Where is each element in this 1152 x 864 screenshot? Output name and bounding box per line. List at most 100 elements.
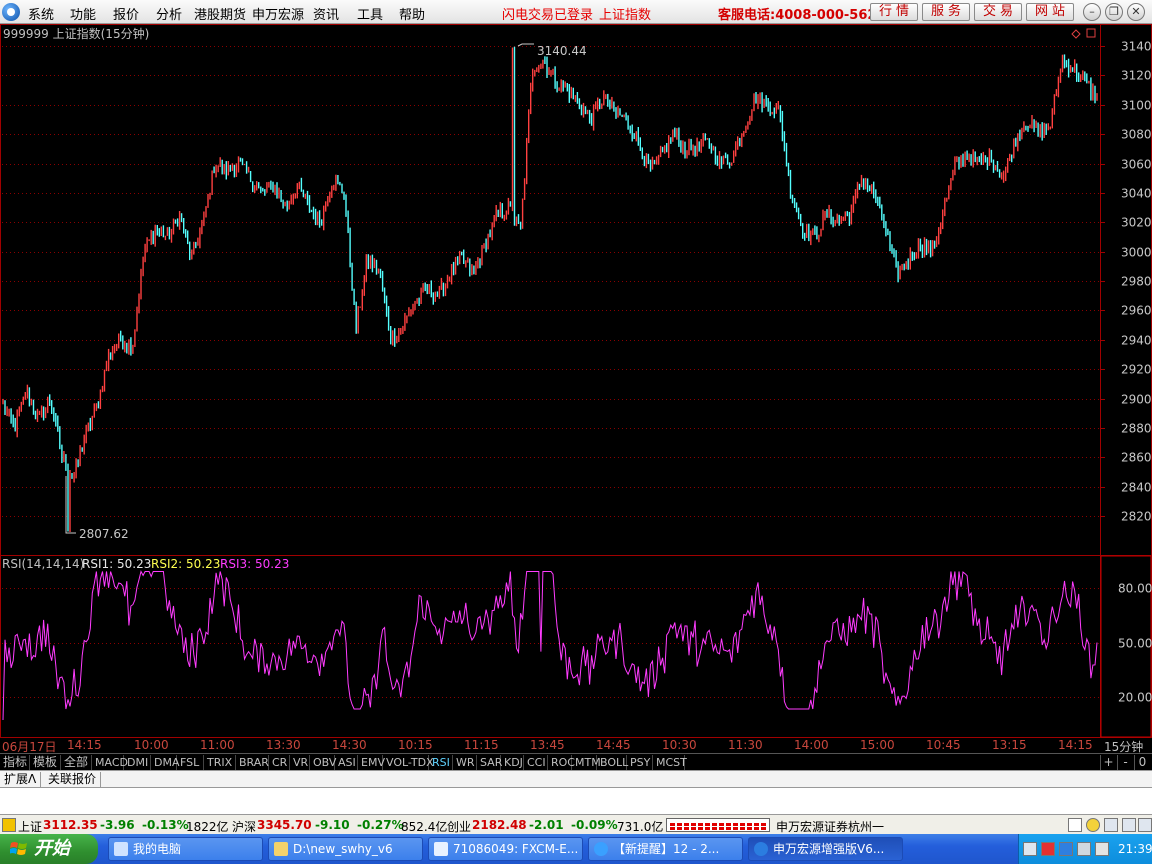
indicator-tab-mtm[interactable]: MTM	[572, 755, 601, 770]
menu-help[interactable]: 帮助	[399, 4, 425, 23]
menu-tools[interactable]: 工具	[357, 4, 383, 23]
task-my-computer[interactable]: 我的电脑	[108, 837, 263, 861]
smiley-icon[interactable]	[1086, 818, 1100, 832]
price-tick-label: 2980	[1121, 275, 1152, 289]
indicator-tab-vol-tdx[interactable]: VOL-TDX	[383, 755, 434, 770]
task-label: 申万宏源增强版V6...	[773, 842, 885, 856]
indicator-tab-模板[interactable]: 模板	[30, 755, 61, 770]
indicator-tab-bar: 指标 模板 全部 MACD DMI DMA FSL TRIX BRAR CR VR OBV ASI EMV…	[0, 753, 1152, 770]
menu-bar: 系统 功能 报价 分析 港股期货 申万宏源 资讯 工具 帮助 闪电交易已登录 上…	[0, 0, 1152, 24]
indicator-tab-brar[interactable]: BRAR	[236, 755, 269, 770]
indicator-tab-cr[interactable]: CR	[269, 755, 290, 770]
zoom-in-button[interactable]: +	[1100, 755, 1116, 770]
price-tick-label: 3140	[1121, 40, 1152, 54]
breadth-bar	[719, 823, 724, 826]
indicator-tab-psy[interactable]: PSY	[627, 755, 653, 770]
diamond-icon[interactable]	[1071, 29, 1081, 39]
extension-bar: 扩展Λ 关联报价	[0, 770, 1152, 787]
menu-hk-futures[interactable]: 港股期货	[194, 4, 246, 23]
service-button[interactable]: 服务	[922, 3, 970, 21]
price-tick-label: 3080	[1121, 128, 1152, 142]
menu-analysis[interactable]: 分析	[156, 4, 182, 23]
price-tick-label: 2960	[1121, 304, 1152, 318]
price-tick-label: 3040	[1121, 187, 1152, 201]
chat-icon	[434, 842, 448, 856]
expand-tab[interactable]: 扩展Λ	[0, 772, 42, 787]
rsi1-value: RSI1: 50.23	[82, 557, 152, 571]
antivirus-icon[interactable]	[1041, 842, 1055, 856]
breadth-bar	[733, 823, 738, 826]
market-button[interactable]: 行情	[870, 3, 918, 21]
panel-toggle-icon[interactable]	[1086, 28, 1096, 38]
indicator-tab-boll[interactable]: BOLL	[597, 755, 628, 770]
website-button[interactable]: 网站	[1026, 3, 1074, 21]
indicator-tab-dmi[interactable]: DMI	[124, 755, 151, 770]
task-folder[interactable]: D:\new_swhy_v6	[268, 837, 423, 861]
sh-amount: 1822亿	[186, 820, 229, 834]
computer-icon	[114, 842, 128, 856]
menu-function[interactable]: 功能	[70, 4, 96, 23]
indicator-tab-trix[interactable]: TRIX	[204, 755, 236, 770]
indicator-tab-asi[interactable]: ASI	[335, 755, 358, 770]
indicator-tab-dma[interactable]: DMA	[151, 755, 180, 770]
menu-news[interactable]: 资讯	[313, 4, 339, 23]
time-tick: 13:15	[992, 738, 1027, 752]
menu-swhy[interactable]: 申万宏源	[252, 4, 304, 23]
breadth-bar	[761, 827, 766, 830]
price-tick-label: 3060	[1121, 158, 1152, 172]
hs-pct: -0.27%	[357, 818, 404, 832]
indicator-tab-rsi[interactable]: RSI	[429, 755, 453, 770]
price-tick-label: 2900	[1121, 393, 1152, 407]
message-icon[interactable]	[1068, 818, 1082, 832]
menu-quote[interactable]: 报价	[113, 4, 139, 23]
signal-icon[interactable]	[1104, 818, 1118, 832]
zoom-out-button[interactable]: -	[1117, 755, 1133, 770]
folder-icon	[274, 842, 288, 856]
start-button[interactable]: 开始	[0, 834, 98, 864]
network-icon[interactable]	[1077, 842, 1091, 856]
indicator-tab-wr[interactable]: WR	[453, 755, 477, 770]
indicator-tab-cci[interactable]: CCI	[524, 755, 548, 770]
indicator-tab-obv[interactable]: OBV	[310, 755, 336, 770]
keyboard-icon[interactable]	[1023, 842, 1037, 856]
task-fxcm[interactable]: 71086049: FXCM-E...	[428, 837, 583, 861]
task-label: 71086049: FXCM-E...	[453, 842, 579, 856]
shield-icon[interactable]	[1059, 842, 1073, 856]
volume-icon[interactable]	[1095, 842, 1109, 856]
indicator-tab-sar[interactable]: SAR	[477, 755, 502, 770]
breadth-bar	[691, 823, 696, 826]
minimize-icon[interactable]: –	[1083, 3, 1101, 21]
indicator-tab-fsl[interactable]: FSL	[177, 755, 204, 770]
breadth-bar	[712, 823, 717, 826]
sh-label: 上证	[18, 820, 43, 834]
indicator-tab-mcst[interactable]: MCST	[653, 755, 687, 770]
indicator-tab-macd[interactable]: MACD	[92, 755, 128, 770]
breadth-bar	[677, 823, 682, 826]
time-tick: 11:15	[464, 738, 499, 752]
hotline-text: 客服电话:4008-000-562	[718, 8, 877, 23]
breadth-bar	[698, 827, 703, 830]
lock-icon[interactable]	[1138, 818, 1152, 832]
indicator-tab-vr[interactable]: VR	[290, 755, 310, 770]
close-icon[interactable]: ✕	[1127, 3, 1145, 21]
clock: 21:39	[1118, 842, 1152, 856]
indicator-tab-roc[interactable]: ROC	[548, 755, 575, 770]
task-swhy-app[interactable]: 申万宏源增强版V6...	[748, 837, 903, 861]
restore-icon[interactable]: ❐	[1105, 3, 1123, 21]
related-quote-tab[interactable]: 关联报价	[44, 772, 102, 787]
indicator-tab-emv[interactable]: EMV	[358, 755, 385, 770]
task-browser[interactable]: 【新提醒】12 - 2...	[588, 837, 743, 861]
trade-button[interactable]: 交易	[974, 3, 1022, 21]
indicator-tab-kdj[interactable]: KDJ	[501, 755, 524, 770]
settings-icon[interactable]	[1122, 818, 1136, 832]
menu-system[interactable]: 系统	[28, 4, 54, 23]
time-tick: 14:45	[596, 738, 631, 752]
indicator-tab-指标[interactable]: 指标	[0, 755, 30, 770]
indicator-tab-全部[interactable]: 全部	[61, 755, 92, 770]
price-chart[interactable]: 3140 3120 3100 3080 3060 3040 3020 3000 2980 2960…	[0, 24, 1152, 738]
chart-frame	[0, 24, 1152, 738]
zoom-reset-button[interactable]: 0	[1134, 755, 1150, 770]
sh-value: 3112.35	[43, 818, 98, 832]
rsi-tick-label: 80.00	[1118, 582, 1152, 596]
ticker-icon[interactable]	[2, 818, 16, 832]
